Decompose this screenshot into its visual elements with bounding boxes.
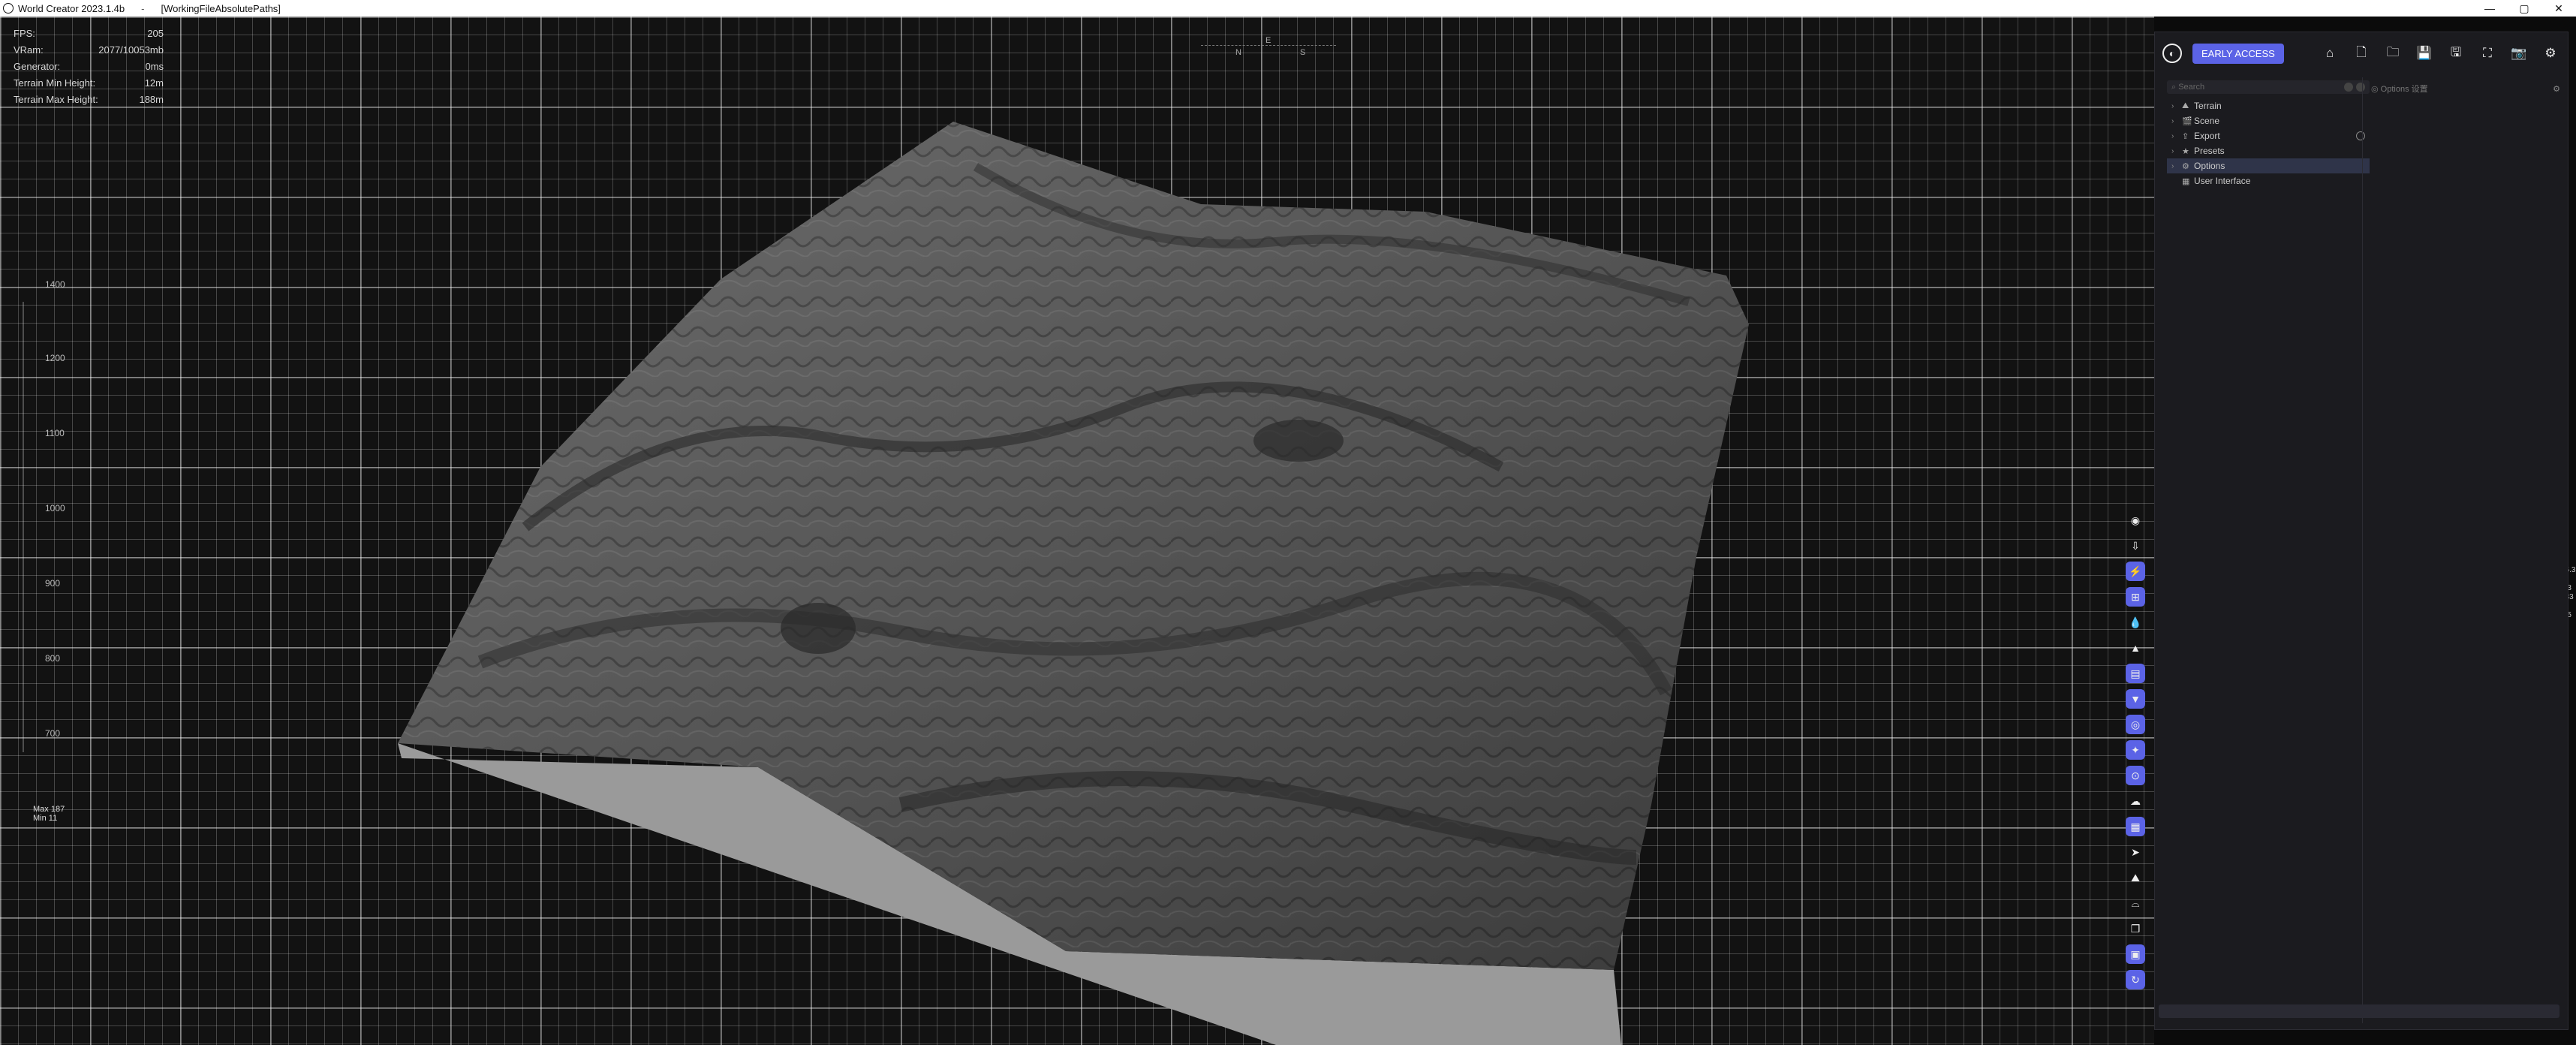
tunnel-tool-icon[interactable]: ⌓ [2126, 893, 2145, 913]
stat-row: FPS: 205 [14, 28, 164, 39]
terrain-icon: ⛰ [2182, 101, 2189, 110]
compass-label: N [1235, 48, 1241, 57]
cloud-tool-icon[interactable]: ☁ [2126, 791, 2145, 811]
stat-row: Generator: 0ms [14, 61, 164, 72]
early-access-badge[interactable]: EARLY ACCESS [2192, 43, 2284, 64]
height-ruler [23, 302, 24, 752]
side-panel: ◐ EARLY ACCESS ⌂ 🗋 🗀 💾 🖫 ⛶ 📷 ⚙ ⌕ Search … [2154, 32, 2568, 1030]
save-as-icon[interactable]: 🖫 [2446, 44, 2466, 63]
water-tool-icon[interactable]: 💧 [2126, 613, 2145, 632]
tree-item-export[interactable]: › ⇪ Export [2167, 128, 2370, 143]
grid-tool-icon[interactable]: ▦ [2126, 817, 2145, 836]
sparkle-tool-icon[interactable]: ✦ [2126, 740, 2145, 760]
stat-row: VRam: 2077/10053mb [14, 44, 164, 56]
compass-label: E [1265, 36, 1271, 45]
image-tool-icon[interactable]: ▣ [2126, 944, 2145, 964]
ui-icon: ▦ [2182, 176, 2190, 186]
scene-tree: ⌕ Search › ⛰ Terrain › 🎬 Scene › ⇪ Export ›… [2167, 80, 2370, 188]
search-placeholder: Search [2178, 83, 2205, 92]
chevron-right-icon: › [2171, 161, 2174, 170]
stat-row: Terrain Max Height: 188m [14, 94, 164, 105]
select-tool-icon[interactable]: ◉ [2126, 510, 2145, 530]
target-tool-icon[interactable]: ⊙ [2126, 766, 2145, 785]
scene-icon: 🎬 [2182, 116, 2192, 126]
title-separator: - [141, 2, 145, 14]
tree-item-terrain[interactable]: › ⛰ Terrain [2167, 98, 2370, 113]
document-name: [WorkingFileAbsolutePaths] [161, 2, 281, 14]
viewport-toolbar: ◉ ⇩ ⚡ ⊞ 💧 ▲ ▤ ▼ ◎ ✦ ⊙ ☁ ▦ ➤ ⛰ ⌓ ❐ ▣ ↻ [2126, 510, 2145, 989]
camera-icon[interactable]: 📷 [2509, 44, 2529, 63]
ruler-tick: 1400 [45, 279, 65, 290]
header-toolbar: ⌂ 🗋 🗀 💾 🖫 ⛶ 📷 ⚙ [2320, 44, 2560, 63]
chevron-right-icon: › [2171, 146, 2174, 155]
lightning-tool-icon[interactable]: ⚡ [2126, 562, 2145, 581]
ruler-tick: 800 [45, 653, 61, 664]
tree-item-scene[interactable]: › 🎬 Scene [2167, 113, 2370, 128]
options-header: ◎ Options 设置 ⚙ [2371, 82, 2560, 95]
filter-tool-icon[interactable]: ▼ [2126, 689, 2145, 709]
search-icon: ⌕ [2171, 82, 2179, 92]
ruler-tick: 1200 [45, 353, 65, 363]
search-filter-icon[interactable] [2344, 83, 2353, 92]
save-icon[interactable]: 💾 [2415, 44, 2434, 63]
stat-row: Terrain Min Height: 12m [14, 77, 164, 89]
export-badge-icon [2356, 131, 2365, 140]
eye-tool-icon[interactable]: ◎ [2126, 715, 2145, 734]
ruler-tick: 1000 [45, 503, 65, 513]
presets-icon: ★ [2182, 146, 2189, 156]
title-bar: World Creator 2023.1.4b - [WorkingFileAb… [0, 0, 2576, 17]
refresh-tool-icon[interactable]: ↻ [2126, 970, 2145, 989]
download-tool-icon[interactable]: ⇩ [2126, 536, 2145, 556]
search-input[interactable]: ⌕ Search [2167, 80, 2370, 94]
maximize-button[interactable]: ▢ [2507, 0, 2541, 17]
status-bar [2159, 1004, 2559, 1018]
app-logo-icon [3, 3, 14, 14]
layers-tool-icon[interactable]: ▤ [2126, 664, 2145, 683]
fullscreen-icon[interactable]: ⛶ [2478, 44, 2497, 63]
close-button[interactable]: ✕ [2541, 0, 2576, 17]
terrain-mesh[interactable] [0, 17, 2154, 1045]
sculpt-tool-icon[interactable]: ⛰ [2126, 868, 2145, 887]
tree-item-options[interactable]: › ⚙ Options [2167, 158, 2370, 173]
tree-item-user-interface[interactable]: ▦ User Interface [2167, 173, 2370, 188]
minimize-button[interactable]: — [2472, 0, 2507, 17]
settings-icon[interactable]: ⚙ [2541, 44, 2560, 63]
pin-tool-icon[interactable]: ➤ [2126, 842, 2145, 862]
chevron-right-icon: › [2171, 116, 2174, 125]
link-tool-icon[interactable]: ⊞ [2126, 587, 2145, 607]
options-title: Options 设置 [2380, 85, 2428, 94]
options-icon: ⚙ [2182, 161, 2189, 171]
compass-label: S [1300, 48, 1306, 57]
options-header-icon: ◎ [2371, 84, 2381, 94]
copy-tool-icon[interactable]: ❐ [2126, 919, 2145, 938]
window-controls: — ▢ ✕ [2472, 0, 2576, 17]
ruler-tick: 1100 [45, 428, 65, 438]
chevron-right-icon: › [2171, 131, 2174, 140]
performance-stats: FPS: 205 VRam: 2077/10053mb Generator: 0ms … [14, 26, 164, 108]
tree-item-presets[interactable]: › ★ Presets [2167, 143, 2370, 158]
app-title: World Creator 2023.1.4b [18, 2, 125, 14]
home-icon[interactable]: ⌂ [2320, 44, 2340, 63]
viewport-3d[interactable]: FPS: 205 VRam: 2077/10053mb Generator: 0ms … [0, 17, 2154, 1045]
chevron-right-icon: › [2171, 101, 2174, 110]
export-icon: ⇪ [2182, 131, 2189, 141]
mountain-tool-icon[interactable]: ▲ [2126, 638, 2145, 658]
height-minmax: Max 187 Min 11 [33, 805, 65, 823]
ruler-tick: 700 [45, 728, 61, 739]
compass: N E S [1201, 36, 1336, 59]
panel-header: ◐ EARLY ACCESS ⌂ 🗋 🗀 💾 🖫 ⛶ 📷 ⚙ [2155, 32, 2568, 74]
search-clear-icon[interactable] [2356, 83, 2365, 92]
gear-icon[interactable]: ⚙ [2553, 84, 2560, 94]
open-folder-icon[interactable]: 🗀 [2383, 44, 2403, 63]
new-file-icon[interactable]: 🗋 [2352, 44, 2371, 63]
panel-divider[interactable] [2362, 77, 2363, 1023]
world-creator-logo-icon: ◐ [2162, 44, 2182, 63]
ruler-tick: 900 [45, 578, 61, 589]
